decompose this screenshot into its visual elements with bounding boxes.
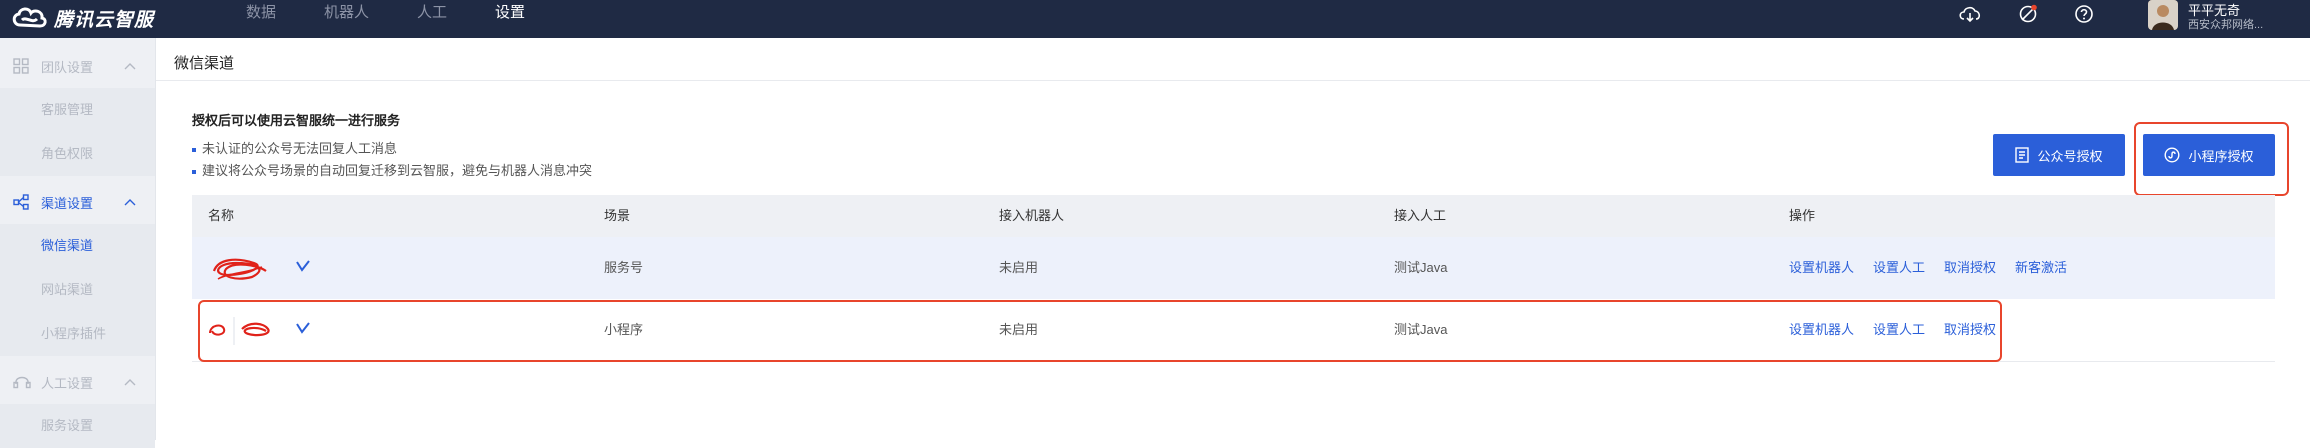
sidebar-item-label: 小程序插件 bbox=[41, 326, 107, 341]
sidebar: 团队设置 客服管理 角色权限 渠道设置 微信渠道 网站渠道 小程序插件 人工设置… bbox=[0, 38, 156, 448]
sidebar-item-label: 服务设置 bbox=[41, 418, 94, 433]
highlight-annotation bbox=[198, 300, 2002, 362]
notice-text: 建议将公众号场景的自动回复迁移到云智服，避免与机器人消息冲突 bbox=[202, 163, 593, 178]
sidebar-group-human[interactable]: 人工设置 bbox=[0, 360, 155, 404]
sidebar-item-wechat-channel[interactable]: 微信渠道 bbox=[0, 224, 155, 268]
sidebar-group-label: 渠道设置 bbox=[41, 195, 94, 211]
sidebar-item-service-settings[interactable]: 服务设置 bbox=[0, 404, 155, 448]
page-title: 微信渠道 bbox=[174, 55, 235, 72]
robot-cell: 未启用 bbox=[999, 260, 1039, 275]
operations-cell: 设置机器人 设置人工 取消授权 新客激活 bbox=[1789, 237, 2067, 299]
chevron-up-icon bbox=[124, 199, 136, 206]
cloud-download-icon[interactable] bbox=[1958, 4, 1982, 24]
column-header-scene: 场景 bbox=[604, 208, 631, 223]
official-account-auth-button[interactable]: 公众号授权 bbox=[1993, 134, 2125, 176]
sidebar-group-label: 人工设置 bbox=[41, 375, 94, 391]
notification-off-icon[interactable] bbox=[2017, 4, 2039, 24]
sidebar-item-website-channel[interactable]: 网站渠道 bbox=[0, 268, 155, 312]
activate-new-customer-link[interactable]: 新客激活 bbox=[2015, 237, 2067, 299]
bullet bbox=[192, 169, 196, 174]
mini-program-auth-button[interactable]: 小程序授权 bbox=[2143, 134, 2275, 176]
sidebar-item-label: 网站渠道 bbox=[41, 282, 94, 297]
top-nav: 数据 机器人 人工 设置 bbox=[246, 0, 573, 26]
help-icon[interactable] bbox=[2074, 4, 2094, 24]
button-label: 公众号授权 bbox=[2037, 148, 2103, 164]
sidebar-item-label: 客服管理 bbox=[41, 102, 94, 117]
top-bar: 腾讯云智服 数据 机器人 人工 设置 平平无奇 西安众邦网络... bbox=[0, 0, 2310, 38]
notice-title: 授权后可以使用云智服统一进行服务 bbox=[192, 113, 401, 128]
headset-icon bbox=[13, 376, 31, 389]
column-header-name: 名称 bbox=[208, 208, 235, 223]
share-nodes-icon bbox=[13, 194, 29, 210]
scene-cell: 服务号 bbox=[604, 260, 644, 275]
table-row: 服务号 未启用 测试Java 设置机器人 设置人工 取消授权 新客激活 bbox=[192, 237, 2275, 300]
nav-settings[interactable]: 设置 bbox=[495, 0, 525, 26]
sidebar-group-label: 团队设置 bbox=[41, 59, 94, 75]
user-org: 西安众邦网络... bbox=[2188, 19, 2264, 31]
avatar[interactable] bbox=[2148, 0, 2178, 30]
human-cell: 测试Java bbox=[1394, 260, 1448, 275]
verified-icon bbox=[296, 260, 310, 272]
logo[interactable]: 腾讯云智服 bbox=[10, 2, 154, 34]
grid-icon bbox=[13, 58, 29, 74]
set-robot-link[interactable]: 设置机器人 bbox=[1789, 237, 1854, 299]
table-header: 名称 场景 接入机器人 接入人工 操作 bbox=[192, 195, 2275, 237]
logo-text: 腾讯云智服 bbox=[54, 9, 155, 31]
divider bbox=[156, 80, 2310, 81]
notice-item: 未认证的公众号无法回复人工消息 bbox=[192, 138, 397, 157]
sidebar-item-role-permissions[interactable]: 角色权限 bbox=[0, 132, 155, 176]
sidebar-item-staff-management[interactable]: 客服管理 bbox=[0, 88, 155, 132]
sidebar-item-mini-program-plugin[interactable]: 小程序插件 bbox=[0, 312, 155, 356]
account-name-redacted bbox=[206, 251, 316, 285]
revoke-auth-link[interactable]: 取消授权 bbox=[1944, 237, 1996, 299]
button-label: 小程序授权 bbox=[2188, 148, 2254, 164]
sidebar-group-channels[interactable]: 渠道设置 bbox=[0, 180, 155, 224]
sidebar-item-label: 微信渠道 bbox=[41, 238, 94, 253]
column-header-robot: 接入机器人 bbox=[999, 208, 1065, 223]
nav-robot[interactable]: 机器人 bbox=[324, 0, 369, 26]
sidebar-item-label: 角色权限 bbox=[41, 146, 94, 161]
notice-item: 建议将公众号场景的自动回复迁移到云智服，避免与机器人消息冲突 bbox=[192, 160, 592, 179]
mini-program-icon bbox=[2164, 147, 2180, 163]
set-human-link[interactable]: 设置人工 bbox=[1873, 237, 1925, 299]
column-header-operations: 操作 bbox=[1789, 208, 1816, 223]
notice-text: 未认证的公众号无法回复人工消息 bbox=[202, 141, 398, 156]
sidebar-group-team[interactable]: 团队设置 bbox=[0, 44, 155, 88]
nav-data[interactable]: 数据 bbox=[246, 0, 276, 26]
cloud-logo-icon bbox=[12, 7, 47, 28]
bullet bbox=[192, 147, 196, 152]
document-icon bbox=[2015, 147, 2030, 163]
chevron-up-icon bbox=[124, 379, 136, 386]
nav-human[interactable]: 人工 bbox=[417, 0, 447, 26]
chevron-up-icon bbox=[124, 63, 136, 70]
column-header-human: 接入人工 bbox=[1394, 208, 1447, 223]
